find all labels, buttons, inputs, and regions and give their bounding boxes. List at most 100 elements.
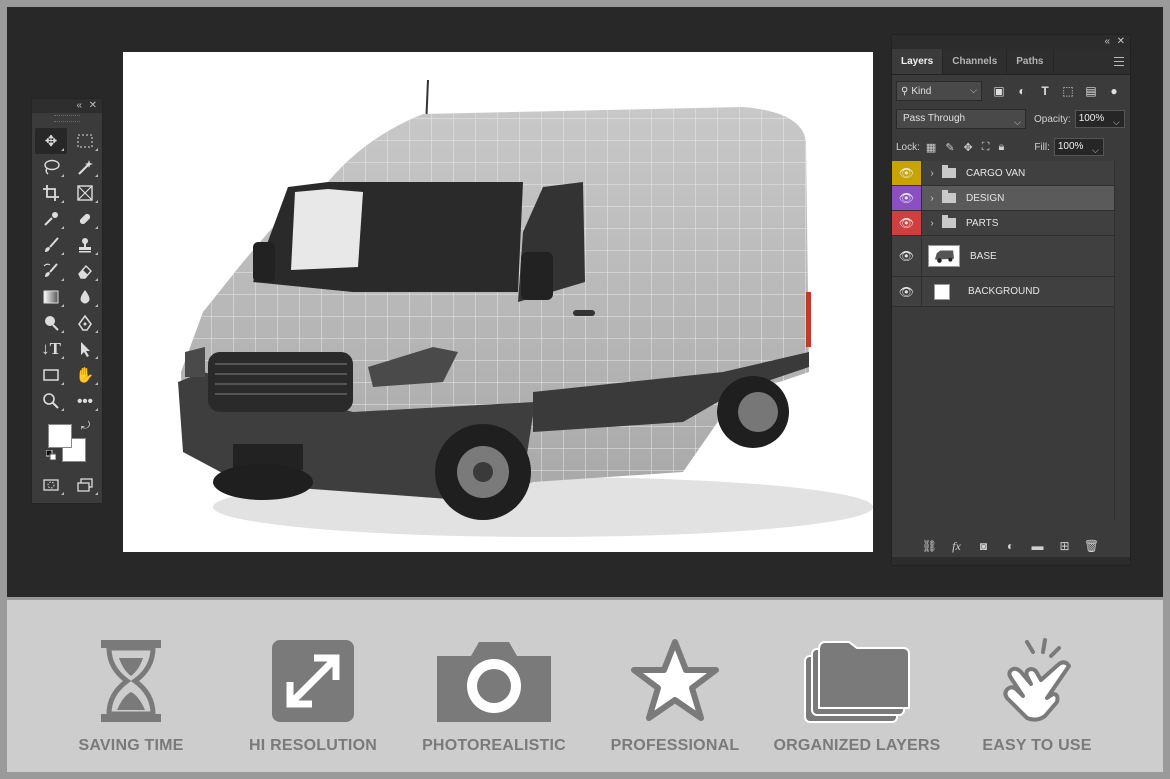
double-chevron-left-icon[interactable]: « (1104, 35, 1110, 49)
image-filter-icon[interactable]: ▣ (992, 84, 1006, 98)
lock-position-icon[interactable]: ✥ (964, 141, 973, 154)
blend-mode-value: Pass Through (903, 113, 966, 124)
layers-footer-toolbar: ⛓ fx ◙ ◐ ▬ ⊞ 🗑︎ (892, 535, 1114, 557)
feature-professional: PROFESSIONAL (585, 600, 765, 754)
feature-saving-time: SAVING TIME (41, 600, 221, 754)
layers-scrollbar[interactable] (1114, 161, 1130, 521)
feature-easy-to-use: EASY TO USE (947, 600, 1127, 754)
layer-cargo-van[interactable]: 👁︎ › CARGO VAN (892, 161, 1114, 186)
chevron-down-icon: ⌵ (1014, 117, 1021, 127)
visibility-eye-icon[interactable]: 👁︎ (892, 277, 922, 306)
double-chevron-left-icon[interactable]: « (76, 99, 82, 113)
adjustment-filter-icon[interactable]: ◐ (1015, 84, 1029, 98)
bandage-icon[interactable] (69, 206, 101, 232)
fx-icon[interactable]: fx (948, 539, 965, 554)
eraser-icon[interactable] (69, 258, 101, 284)
screen-mode-icon[interactable] (69, 472, 101, 498)
visibility-eye-icon[interactable]: 👁︎ (892, 161, 922, 185)
chevron-down-icon[interactable]: ⌵ (1092, 142, 1099, 158)
panel-tabs: Layers Channels Paths (892, 49, 1130, 75)
panel-menu-icon[interactable] (1114, 57, 1124, 66)
link-icon[interactable]: ⛓ (921, 539, 938, 553)
shape-filter-icon[interactable]: ⬚ (1061, 84, 1075, 98)
close-icon[interactable]: ✕ (89, 99, 97, 113)
rectangle-icon[interactable] (35, 362, 67, 388)
visibility-eye-icon[interactable]: 👁︎ (892, 211, 922, 235)
dodge-icon[interactable] (35, 310, 67, 336)
close-icon[interactable]: ✕ (1117, 35, 1125, 49)
quick-mask-icon[interactable] (35, 472, 67, 498)
hourglass-icon (101, 640, 161, 722)
lock-all-icon[interactable]: 🔒︎ (998, 141, 1004, 154)
chevron-right-icon[interactable]: › (926, 193, 938, 204)
panel-grip[interactable] (54, 115, 80, 122)
layer-thumbnail (928, 245, 960, 267)
fill-input[interactable]: 100% ⌵ (1053, 138, 1104, 158)
trash-icon[interactable]: 🗑︎ (1083, 539, 1100, 553)
feature-label: EASY TO USE (982, 737, 1092, 754)
tab-paths[interactable]: Paths (1007, 49, 1054, 74)
history-brush-icon[interactable] (35, 258, 67, 284)
tap-hand-icon (1003, 638, 1071, 722)
lock-artboard-icon[interactable]: ⛶ (982, 141, 990, 154)
layer-filter-icons: ▣ ◐ T ⬚ ▤ ● (992, 84, 1121, 98)
filter-toggle-icon[interactable]: ● (1107, 84, 1121, 98)
fill-value: 100% (1057, 141, 1084, 152)
magic-wand-icon[interactable] (69, 154, 101, 180)
brush-icon[interactable] (35, 232, 67, 258)
chevron-right-icon[interactable]: › (926, 218, 938, 229)
ellipsis-icon[interactable]: ••• (69, 388, 101, 414)
adjustment-layer-icon[interactable]: ◐ (1002, 539, 1019, 553)
opacity-label: Opacity: (1034, 113, 1071, 125)
lock-icons: ▦ ✎ ✥ ⛶ 🔒︎ (926, 141, 1004, 154)
filter-kind-select[interactable]: ⚲ Kind ⌵ (896, 81, 982, 101)
layer-design[interactable]: 👁︎ › DESIGN (892, 186, 1114, 211)
pen-icon[interactable] (69, 310, 101, 336)
stacked-folders-icon (804, 641, 910, 723)
visibility-eye-icon[interactable]: 👁︎ (892, 186, 922, 210)
add-mask-icon[interactable]: ◙ (975, 539, 992, 553)
layer-list: 👁︎ › CARGO VAN 👁︎ › DESIGN 👁︎ › PARTS 👁︎… (892, 161, 1114, 307)
visibility-eye-icon[interactable]: 👁︎ (892, 236, 922, 276)
frame-icon[interactable] (69, 180, 101, 206)
layer-parts[interactable]: 👁︎ › PARTS (892, 211, 1114, 236)
smart-object-filter-icon[interactable]: ▤ (1084, 84, 1098, 98)
chevron-right-icon[interactable]: › (926, 168, 938, 179)
opacity-input[interactable]: 100% ⌵ (1074, 110, 1125, 130)
new-layer-icon[interactable]: ⊞ (1056, 539, 1073, 553)
panel-grip[interactable] (892, 557, 1130, 565)
blend-mode-select[interactable]: Pass Through ⌵ (896, 109, 1026, 129)
gradient-icon[interactable] (35, 284, 67, 310)
layers-panel-titlebar[interactable]: « ✕ (892, 35, 1130, 49)
zoom-icon[interactable] (35, 388, 67, 414)
feature-hi-resolution: HI RESOLUTION (223, 600, 403, 754)
default-colors-icon[interactable] (46, 450, 56, 460)
expand-icon (272, 640, 354, 722)
move-icon[interactable]: ✥ (35, 128, 67, 154)
lock-transparent-icon[interactable]: ▦ (926, 141, 936, 154)
hand-icon[interactable]: ✋ (69, 362, 101, 388)
rect-marquee-icon[interactable] (69, 128, 101, 154)
tab-channels[interactable]: Channels (943, 49, 1008, 74)
crop-icon[interactable] (35, 180, 67, 206)
document-canvas[interactable] (123, 52, 873, 552)
foreground-color-swatch[interactable] (48, 424, 72, 448)
chevron-down-icon[interactable]: ⌵ (1113, 114, 1120, 130)
layer-background[interactable]: 👁︎ BACKGROUND (892, 277, 1114, 307)
drop-icon[interactable] (69, 284, 101, 310)
arrow-icon[interactable] (69, 336, 101, 362)
layer-base[interactable]: 👁︎ BASE (892, 236, 1114, 277)
stamp-icon[interactable] (69, 232, 101, 258)
lasso-icon[interactable] (35, 154, 67, 180)
camera-icon (437, 642, 551, 722)
type-filter-icon[interactable]: T (1038, 84, 1052, 98)
tab-layers[interactable]: Layers (892, 49, 944, 74)
swap-colors-icon[interactable]: ⤾ (81, 420, 90, 433)
type-icon[interactable]: ↓T (35, 336, 67, 362)
layer-name: CARGO VAN (966, 167, 1026, 179)
lock-pixels-icon[interactable]: ✎ (945, 141, 954, 154)
tools-panel-titlebar[interactable]: « ✕ (32, 99, 102, 113)
new-group-icon[interactable]: ▬ (1029, 539, 1046, 553)
eyedropper-icon[interactable] (35, 206, 67, 232)
search-icon: ⚲ (901, 85, 909, 97)
